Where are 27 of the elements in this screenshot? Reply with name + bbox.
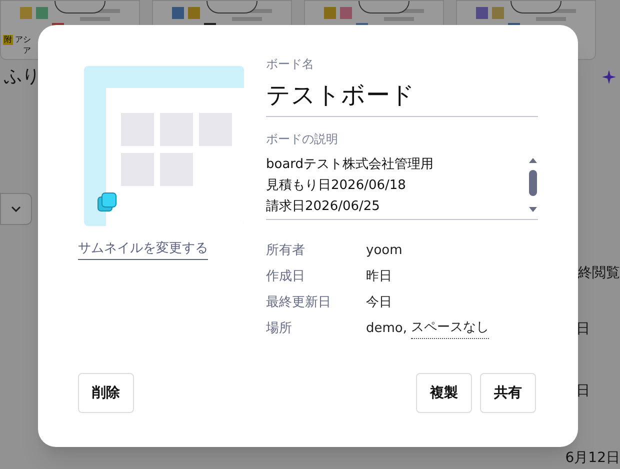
date-text: 終閲覧 — [578, 264, 620, 283]
card-tag: ア — [3, 45, 137, 56]
board-name-field[interactable]: テストボード — [266, 77, 538, 117]
detail-label: 最終更新日 — [266, 294, 332, 312]
delete-button[interactable]: 削除 — [78, 373, 134, 413]
description-field[interactable]: boardテスト株式会社管理用 見積もり日2026/06/18 請求日2026/06/25 — [266, 154, 538, 220]
space-link[interactable]: スペースなし — [411, 318, 489, 339]
share-button[interactable]: 共有 — [480, 373, 536, 413]
detail-label: 所有者 — [266, 242, 306, 260]
section-heading: ふり — [4, 65, 40, 89]
duplicate-button[interactable]: 複製 — [416, 373, 472, 413]
detail-value: 今日 — [366, 294, 392, 312]
detail-label: 場所 — [266, 320, 293, 338]
detail-value: demo, — [366, 320, 407, 338]
card-title: アシ — [15, 35, 31, 45]
detail-label: 作成日 — [266, 268, 306, 286]
detail-value: yoom — [366, 242, 402, 260]
date-text: 6月12日 — [565, 449, 620, 468]
sparkle-icon[interactable] — [602, 70, 616, 84]
date-text: 日 — [576, 382, 591, 401]
chevron-down-icon — [11, 206, 21, 212]
detail-value: 昨日 — [366, 268, 392, 286]
field-label: ボード名 — [266, 56, 315, 73]
date-text: 日 — [576, 320, 591, 339]
card-badge: 附 — [3, 35, 13, 45]
field-label: ボードの説明 — [266, 131, 339, 148]
change-thumbnail-link[interactable]: サムネイルを変更する — [78, 239, 208, 260]
